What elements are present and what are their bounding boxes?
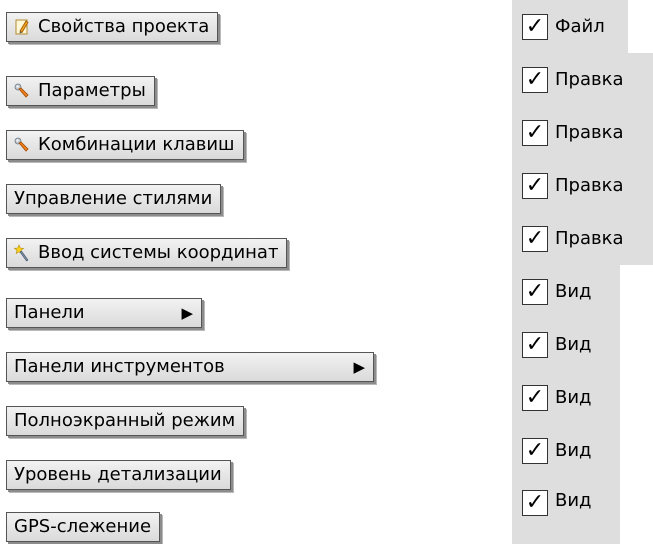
checklist-item-label: Правка (555, 228, 624, 249)
checklist-item-label: Правка (555, 175, 624, 196)
checkbox[interactable]: ✓ (522, 225, 548, 252)
checklist-item-label: Вид (555, 440, 592, 461)
menu-item-label: Полноэкранный режим (14, 410, 236, 431)
menu-item-style-manager[interactable]: Управление стилями (6, 184, 222, 214)
menu-item-level-of-detail[interactable]: Уровень детализации (6, 460, 231, 490)
menu-item-project-properties[interactable]: Свойства проекта (6, 12, 219, 42)
checklist-item-label: Вид (555, 387, 592, 408)
checklist-item[interactable]: ✓ Правка (512, 159, 653, 212)
menu-item-keyboard-shortcuts[interactable]: Комбинации клавиш (6, 130, 244, 160)
checklist-item[interactable]: ✓ Правка (512, 106, 653, 159)
wrench-icon (14, 82, 30, 100)
checklist-item-label: Вид (555, 490, 592, 511)
menu-item-label: Ввод системы координат (38, 242, 279, 263)
checkbox[interactable]: ✓ (522, 172, 548, 199)
checklist-item[interactable]: ✓ Правка (512, 53, 653, 106)
checklist-item[interactable]: ✓ Вид (512, 477, 620, 544)
checklist-item-label: Вид (555, 334, 592, 355)
menu-item-label: Панели (14, 302, 85, 323)
checklist-item[interactable]: ✓ Файл (512, 0, 628, 53)
checklist-column: ✓ Файл ✓ Правка ✓ Правка ✓ Правка ✓ Прав… (512, 0, 653, 544)
checklist-item[interactable]: ✓ Вид (512, 371, 620, 424)
magic-wand-icon (14, 244, 30, 262)
checklist-item-label: Правка (555, 69, 624, 90)
wrench-icon (14, 136, 30, 154)
checklist-item-label: Правка (555, 122, 624, 143)
menu-item-options[interactable]: Параметры (6, 76, 155, 106)
checklist-item[interactable]: ✓ Правка (512, 212, 653, 265)
menu-item-label: Параметры (38, 80, 146, 101)
checklist-item-label: Файл (555, 16, 605, 37)
menu-item-panels[interactable]: Панели ▶ (6, 298, 202, 328)
menu-item-label: GPS-слежение (14, 516, 152, 537)
checklist-item-label: Вид (555, 281, 592, 302)
menu-item-label: Управление стилями (14, 188, 213, 209)
menu-item-full-screen[interactable]: Полноэкранный режим (6, 406, 245, 436)
checklist-item[interactable]: ✓ Вид (512, 318, 620, 371)
checkbox[interactable]: ✓ (522, 13, 548, 40)
checkbox[interactable]: ✓ (522, 119, 548, 146)
menu-item-label: Панели инструментов (14, 356, 225, 377)
checkbox[interactable]: ✓ (522, 331, 548, 358)
submenu-arrow-icon: ▶ (181, 303, 193, 322)
menu-item-label: Уровень детализации (14, 464, 222, 485)
checkbox[interactable]: ✓ (522, 490, 548, 516)
menu-item-label: Комбинации клавиш (38, 134, 235, 155)
checkbox[interactable]: ✓ (522, 384, 548, 411)
menu-item-toolbars[interactable]: Панели инструментов ▶ (6, 352, 374, 382)
pencil-icon (14, 18, 30, 36)
menu-item-label: Свойства проекта (38, 16, 210, 37)
checkbox[interactable]: ✓ (522, 66, 548, 93)
submenu-arrow-icon: ▶ (353, 357, 365, 376)
checkbox[interactable]: ✓ (522, 437, 548, 464)
menu-item-custom-crs[interactable]: Ввод системы координат (6, 238, 288, 268)
checklist-item[interactable]: ✓ Вид (512, 424, 620, 477)
checklist-item[interactable]: ✓ Вид (512, 265, 620, 318)
checkbox[interactable]: ✓ (522, 278, 548, 305)
menu-item-gps-tracking[interactable]: GPS-слежение (6, 512, 161, 542)
